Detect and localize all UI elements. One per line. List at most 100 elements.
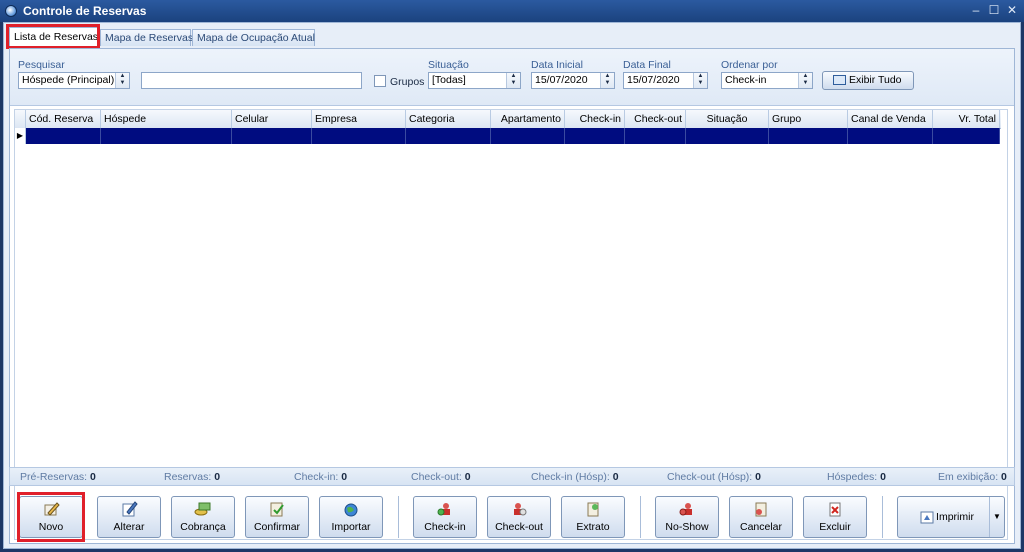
no-show-icon [679,503,692,516]
col-empresa[interactable]: Empresa [312,110,406,128]
col-check-out[interactable]: Check-out [625,110,686,128]
filter-bar: Pesquisar Hóspede (Principal) ▲ ▼ Grupos … [10,49,1014,106]
tab-lista-de-reservas[interactable]: Lista de Reservas [9,27,99,48]
col-categoria[interactable]: Categoria [406,110,491,128]
cobranca-button[interactable]: Cobrança [171,496,235,538]
stat-pre-reservas: Pré-Reservas: 0 [20,471,96,483]
spin-icon[interactable]: ▲ ▼ [506,73,520,88]
check-in-button[interactable]: Check-in [413,496,477,538]
situacao-label: Situação [428,59,469,71]
stat-value: 0 [464,471,471,483]
spin-icon[interactable]: ▲ ▼ [600,73,614,88]
stat-em-exibicao: Em exibição: 0 [938,471,1007,483]
check-out-label: Check-out [495,521,543,533]
toolbar-separator [640,496,641,538]
ordenar-select[interactable]: Check-in ▲ ▼ [721,72,813,89]
chevron-down-icon[interactable]: ▼ [989,497,1004,537]
table-row[interactable]: ▶ [15,128,1001,144]
col-hospede[interactable]: Hóspede [101,110,232,128]
cancel-clipboard-icon [755,502,767,517]
title-bar[interactable]: Controle de Reservas – ☐ ✕ [0,0,1024,22]
stat-value: 0 [880,471,886,483]
situacao-select[interactable]: [Todas] ▲ ▼ [428,72,521,89]
statement-icon [587,502,599,517]
cancelar-button[interactable]: Cancelar [729,496,793,538]
col-celular[interactable]: Celular [232,110,312,128]
stat-label: Pré-Reservas: [20,471,88,483]
col-grupo[interactable]: Grupo [769,110,848,128]
cell[interactable] [769,128,848,144]
check-out-button[interactable]: Check-out [487,496,551,538]
stat-label: Check-out: [411,471,462,483]
alterar-button[interactable]: Alterar [97,496,161,538]
spin-icon[interactable]: ▲ ▼ [115,73,129,88]
cell[interactable] [848,128,933,144]
novo-button[interactable]: Novo [19,496,83,538]
cell[interactable] [232,128,312,144]
ordenar-value: Check-in [725,74,767,86]
guest-check-out-icon [514,503,527,516]
excluir-button[interactable]: Excluir [803,496,867,538]
situacao-value: [Todas] [432,74,466,86]
grupos-label: Grupos [390,76,425,88]
confirmar-button[interactable]: Confirmar [245,496,309,538]
status-bar: Pré-Reservas: 0 Reservas: 0 Check-in: 0 … [9,467,1015,486]
cell[interactable] [933,128,1000,144]
stat-check-in: Check-in: 0 [294,471,347,483]
cell[interactable] [101,128,232,144]
clipboard-check-icon [270,502,284,517]
tab-mapa-de-reservas[interactable]: Mapa de Reservas [100,29,193,46]
stat-check-out-hosp: Check-out (Hósp): 0 [667,471,761,483]
close-icon[interactable]: ✕ [1005,3,1019,17]
data-final-field[interactable]: 15/07/2020 ▲ ▼ [623,72,708,89]
pesquisar-select[interactable]: Hóspede (Principal) ▲ ▼ [18,72,130,89]
imprimir-button[interactable]: Imprimir ▼ [897,496,1005,538]
spin-icon[interactable]: ▲ ▼ [693,73,707,88]
extrato-button[interactable]: Extrato [561,496,625,538]
confirmar-label: Confirmar [253,521,301,533]
minimize-icon[interactable]: – [969,3,983,17]
stat-value: 0 [341,471,348,483]
col-cod-reserva[interactable]: Cód. Reserva [26,110,101,128]
maximize-icon[interactable]: ☐ [987,3,1001,17]
cell[interactable] [491,128,565,144]
col-vr-total[interactable]: Vr. Total [933,110,1000,128]
exibir-tudo-label: Exibir Tudo [849,74,902,86]
cell[interactable] [686,128,769,144]
pesquisar-value: Hóspede (Principal) [22,74,115,86]
cell[interactable] [312,128,406,144]
header-indicator [15,110,26,128]
spin-icon[interactable]: ▲ ▼ [798,73,812,88]
ordenar-label: Ordenar por [721,59,778,71]
app-icon [5,5,17,17]
check-in-label: Check-in [424,521,466,533]
stat-label: Reservas: [164,471,212,483]
stat-reservas: Reservas: 0 [164,471,220,483]
delete-icon [829,502,841,517]
search-input[interactable] [141,72,362,89]
cell[interactable] [625,128,686,144]
importar-button[interactable]: Importar [319,496,383,538]
no-show-button[interactable]: No-Show [655,496,719,538]
alterar-label: Alterar [113,521,145,533]
stat-value: 0 [1001,471,1007,483]
stat-label: Em exibição: [938,471,999,483]
exibir-tudo-button[interactable]: Exibir Tudo [822,71,914,90]
stat-value: 0 [214,471,221,483]
col-situacao[interactable]: Situação [686,110,769,128]
col-canal-de-venda[interactable]: Canal de Venda [848,110,933,128]
col-check-in[interactable]: Check-in [565,110,625,128]
grupos-checkbox[interactable] [374,75,386,87]
extrato-label: Extrato [576,521,610,533]
toolbar-separator [398,496,399,538]
importar-label: Importar [331,521,371,533]
col-apartamento[interactable]: Apartamento [491,110,565,128]
stat-value: 0 [612,471,619,483]
stat-label: Check-out (Hósp): [667,471,753,483]
cell[interactable] [26,128,101,144]
cell[interactable] [565,128,625,144]
stat-value: 0 [90,471,96,483]
cell[interactable] [406,128,491,144]
tab-mapa-de-ocupacao-atual[interactable]: Mapa de Ocupação Atual [192,29,315,46]
data-inicial-field[interactable]: 15/07/2020 ▲ ▼ [531,72,615,89]
